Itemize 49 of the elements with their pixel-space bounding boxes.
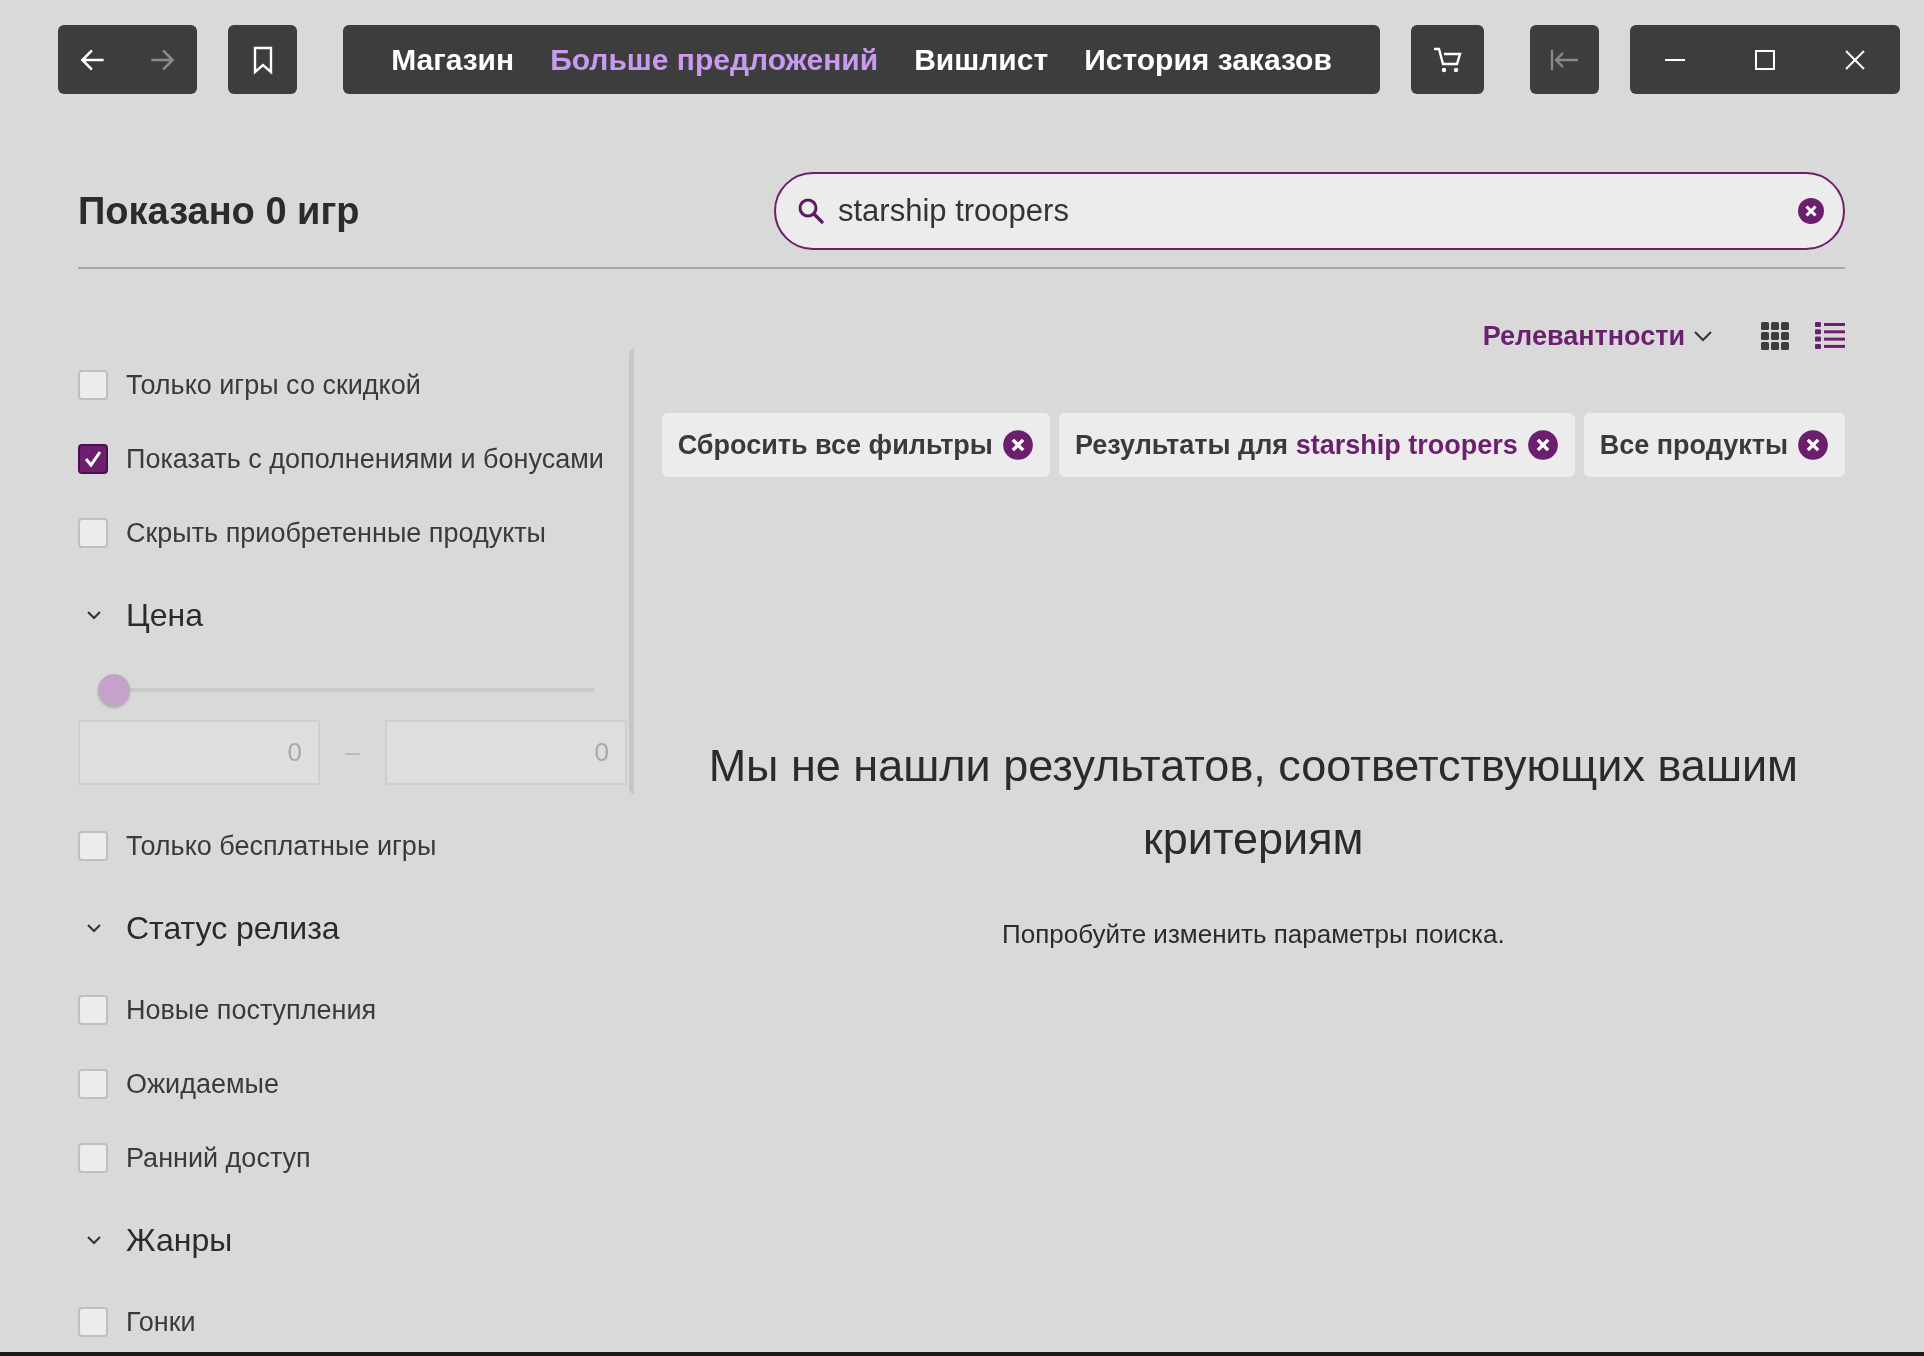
checkbox[interactable] <box>78 444 108 474</box>
chevron-down-icon <box>1693 329 1713 343</box>
range-separator: – <box>344 737 361 768</box>
price-slider[interactable] <box>98 674 595 706</box>
store-tab[interactable]: Вишлист <box>914 42 1049 77</box>
filter-chip-label: Сбросить все фильтры <box>677 429 993 461</box>
checkbox[interactable] <box>78 1307 108 1337</box>
remove-filter-icon[interactable] <box>1797 429 1829 461</box>
maximize-icon[interactable] <box>1753 47 1777 72</box>
filter-chip[interactable]: Результаты для starship troopers <box>1058 413 1575 477</box>
section-title: Цена <box>126 596 203 634</box>
store-tab[interactable]: История заказов <box>1084 42 1332 77</box>
section-title: Статус релиза <box>126 909 340 947</box>
checkbox-label: Только бесплатные игры <box>126 830 437 862</box>
list-view-icon[interactable] <box>1815 322 1845 350</box>
sort-dropdown[interactable]: Релевантности <box>1482 320 1713 352</box>
clear-search-icon[interactable] <box>1797 197 1825 225</box>
store-tab[interactable]: Больше предложений <box>550 42 879 77</box>
section-title: Жанры <box>126 1221 233 1259</box>
checkbox-label: Ожидаемые <box>126 1068 279 1100</box>
checkbox-label: Новые поступления <box>126 994 377 1026</box>
no-results-hint: Попробуйте изменить параметры поиска. <box>1001 919 1506 950</box>
checkbox[interactable] <box>78 1143 108 1173</box>
checkbox[interactable] <box>78 995 108 1025</box>
filter-chip-label: Результаты для starship troopers <box>1074 429 1518 461</box>
store-tab[interactable]: Магазин <box>391 42 515 77</box>
results-count-title: Показано 0 игр <box>78 189 360 233</box>
remove-filter-icon[interactable] <box>1526 429 1559 461</box>
checkbox[interactable] <box>78 370 108 400</box>
close-icon[interactable] <box>1843 47 1867 72</box>
filter-chip[interactable]: Сбросить все фильтры <box>661 413 1050 477</box>
slider-thumb[interactable] <box>98 674 130 706</box>
filter-chip-label: Все продукты <box>1599 429 1788 461</box>
checkbox[interactable] <box>78 518 108 548</box>
remove-filter-icon[interactable] <box>1001 429 1034 461</box>
checkbox-label: Скрыть приобретенные продукты <box>126 517 547 549</box>
checkbox-label: Только игры со скидкой <box>126 369 421 401</box>
checkbox[interactable] <box>78 831 108 861</box>
checkbox-label: Гонки <box>126 1306 196 1338</box>
no-results-heading: Мы не нашли результатов, соответствующих вашим критериям <box>707 739 1800 866</box>
checkbox[interactable] <box>78 1069 108 1099</box>
search-icon <box>796 196 826 226</box>
checkbox-label: Показать с дополнениями и бонусами <box>126 443 604 475</box>
filter-chip[interactable]: Все продукты <box>1583 413 1845 477</box>
grid-view-icon[interactable] <box>1761 322 1789 350</box>
search-field[interactable]: starship troopers <box>774 172 1845 250</box>
cart-button[interactable] <box>1411 25 1484 94</box>
bookmark-button[interactable] <box>228 25 297 94</box>
checkbox-label: Ранний доступ <box>126 1142 311 1174</box>
